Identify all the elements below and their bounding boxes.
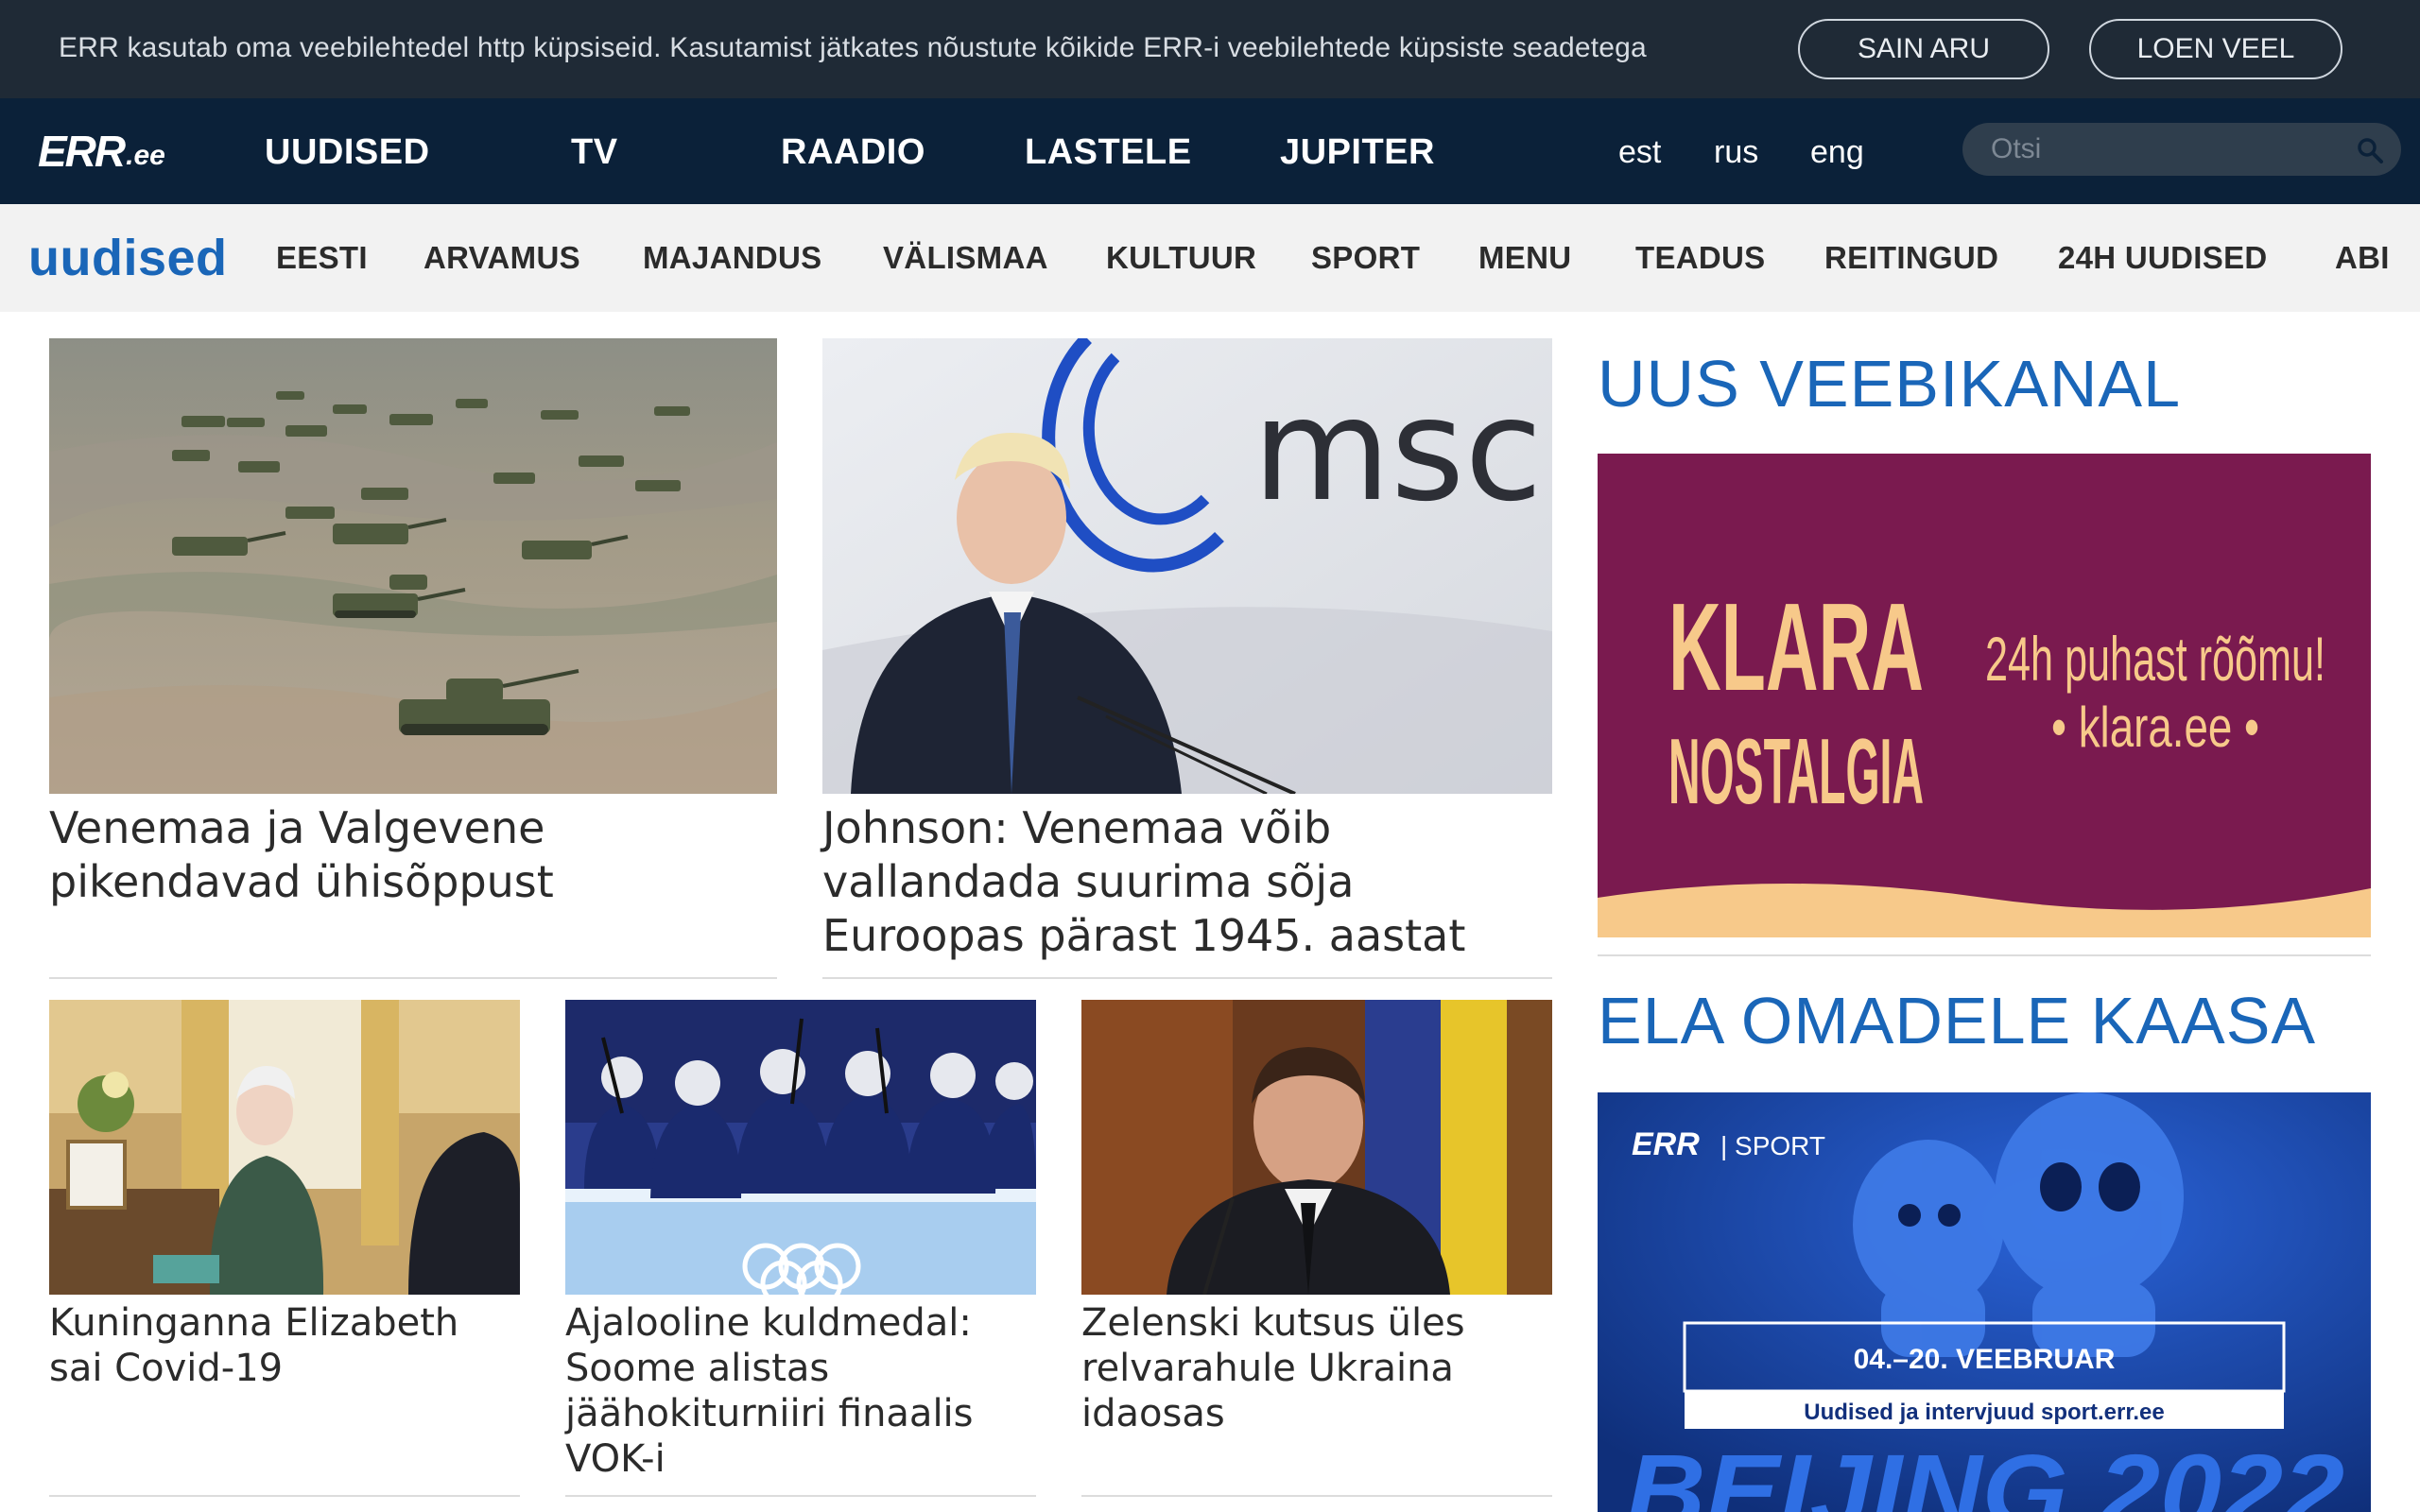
sidebar-heading-uus-veebikanal: UUS VEEBIKANAL: [1598, 347, 2181, 421]
language-eng[interactable]: eng: [1810, 134, 1864, 171]
article-title[interactable]: Ajalooline kuldmedal: Soome alistas jääh…: [565, 1300, 1036, 1482]
logo-text: ERR: [38, 127, 126, 176]
nav-item-tv[interactable]: TV: [571, 132, 618, 173]
search-box: [1962, 123, 2401, 176]
nav-item-jupiter[interactable]: JUPITER: [1280, 132, 1435, 173]
cookie-accept-button[interactable]: SAIN ARU: [1798, 19, 2049, 79]
msc-logo-text: msc: [1253, 369, 1543, 533]
klara-title-line-1: KLARA: [1668, 577, 1924, 716]
sport-dates: 04.–20. VEEBRUAR: [1854, 1344, 2116, 1375]
section-item-majandus[interactable]: MAJANDUS: [643, 240, 821, 276]
article-title[interactable]: Zelenski kutsus üles relvarahule Ukraina…: [1081, 1300, 1552, 1436]
article-divider: [1081, 1495, 1552, 1497]
section-item-24h-uudised[interactable]: 24H UUDISED: [2058, 240, 2268, 276]
article-title[interactable]: Johnson: Venemaa võib vallandada suurima…: [822, 801, 1552, 963]
sidebar-divider: [1598, 954, 2371, 956]
article-image-zelenski[interactable]: [1081, 1000, 1552, 1295]
article-title[interactable]: Venemaa ja Valgevene pikendavad ühisõppu…: [49, 801, 777, 909]
err-logo[interactable]: ERR .ee: [38, 127, 165, 176]
article-divider: [49, 977, 777, 979]
klara-title-line-2: NOSTALGIA: [1668, 719, 1924, 823]
section-item-valismaa[interactable]: VÄLISMAA: [883, 240, 1048, 276]
article-image-hockey[interactable]: [565, 1000, 1036, 1295]
article-card-zelenski[interactable]: Zelenski kutsus üles relvarahule Ukraina…: [1081, 1000, 1552, 1510]
article-image-johnson[interactable]: msc: [822, 338, 1552, 794]
section-item-arvamus[interactable]: ARVAMUS: [424, 240, 580, 276]
sport-logo-label: | SPORT: [1720, 1131, 1825, 1160]
klara-url: • klara.ee •: [2051, 696, 2259, 759]
article-image-elizabeth[interactable]: [49, 1000, 520, 1295]
nav-item-uudised[interactable]: UUDISED: [265, 132, 430, 173]
article-divider: [49, 1495, 520, 1497]
top-navigation: ERR .ee UUDISED TV RAADIO LASTELE JUPITE…: [0, 98, 2420, 204]
section-item-menu[interactable]: MENU: [1478, 240, 1571, 276]
section-navigation: uudised EESTI ARVAMUS MAJANDUS VÄLISMAA …: [0, 204, 2420, 312]
sport-beijing-text: BEIJING 2022: [1626, 1434, 2344, 1512]
article-card-elizabeth[interactable]: Kuninganna Elizabeth sai Covid-19: [49, 1000, 520, 1510]
article-card-hockey[interactable]: Ajalooline kuldmedal: Soome alistas jääh…: [565, 1000, 1036, 1510]
nav-item-raadio[interactable]: RAADIO: [781, 132, 925, 173]
cookie-read-more-button[interactable]: LOEN VEEL: [2089, 19, 2342, 79]
cookie-consent-bar: ERR kasutab oma veebilehtedel http küpsi…: [0, 0, 2420, 98]
article-card-johnson[interactable]: msc Johnson: Venemaa võib vallandada suu…: [822, 338, 1552, 981]
section-item-kultuur[interactable]: KULTUUR: [1106, 240, 1256, 276]
language-rus[interactable]: rus: [1714, 134, 1758, 171]
article-divider: [565, 1495, 1036, 1497]
section-item-teadus[interactable]: TEADUS: [1635, 240, 1765, 276]
language-est[interactable]: est: [1618, 134, 1661, 171]
article-card-venemaa-valgevene[interactable]: Venemaa ja Valgevene pikendavad ühisõppu…: [49, 338, 777, 981]
klara-slogan: 24h puhast rõõmu!: [1985, 624, 2325, 694]
article-divider: [822, 977, 1552, 979]
section-item-sport[interactable]: SPORT: [1311, 240, 1420, 276]
err-sport-olympics-banner[interactable]: ERR | SPORT 04.–20. VEEBRUAR Uudised ja …: [1598, 1092, 2371, 1512]
sport-logo-err: ERR: [1632, 1126, 1700, 1162]
sidebar-heading-ela-omadele-kaasa: ELA OMADELE KAASA: [1598, 984, 2317, 1057]
article-image-tanks[interactable]: [49, 338, 777, 794]
section-brand-uudised[interactable]: uudised: [28, 229, 228, 287]
search-input[interactable]: [1991, 130, 2350, 168]
sport-subtitle: Uudised ja intervjuud sport.err.ee: [1804, 1400, 2164, 1425]
cookie-consent-text: ERR kasutab oma veebilehtedel http küpsi…: [59, 32, 1647, 63]
section-item-reitingud[interactable]: REITINGUD: [1824, 240, 1998, 276]
nav-item-lastele[interactable]: LASTELE: [1025, 132, 1192, 173]
search-icon[interactable]: [2356, 136, 2384, 164]
section-item-abi[interactable]: ABI: [2335, 240, 2390, 276]
klara-nostalgia-banner[interactable]: KLARA NOSTALGIA 24h puhast rõõmu! • klar…: [1598, 454, 2371, 937]
logo-suffix: .ee: [126, 140, 165, 171]
section-item-eesti[interactable]: EESTI: [276, 240, 368, 276]
article-title[interactable]: Kuninganna Elizabeth sai Covid-19: [49, 1300, 520, 1391]
